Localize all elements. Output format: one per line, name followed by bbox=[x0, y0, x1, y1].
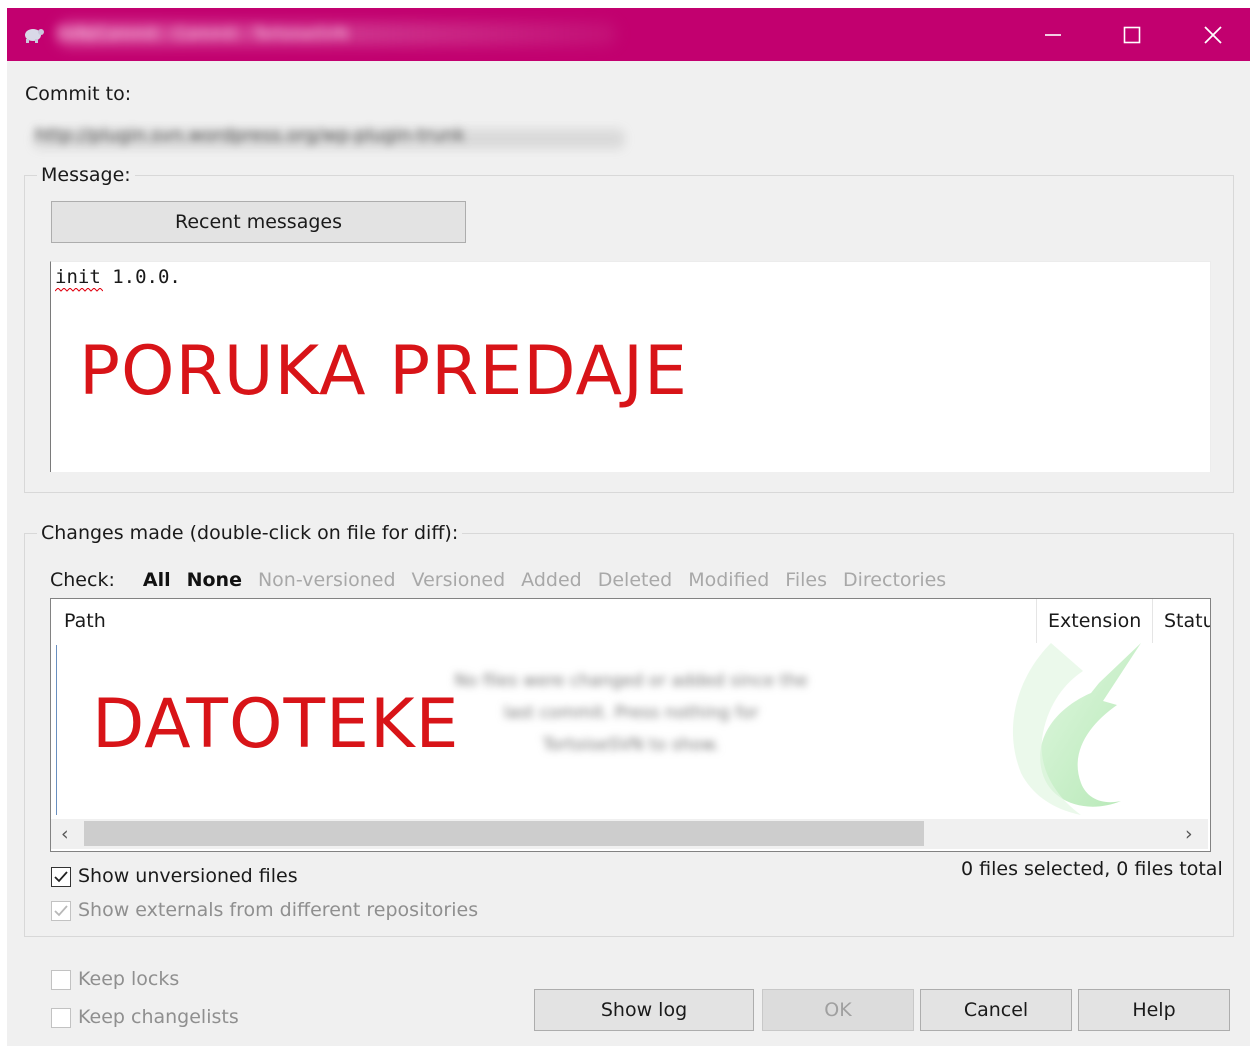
window-title: SVN/Commit - Commit - TortoiseSVN bbox=[57, 24, 349, 43]
checkmark-icon bbox=[54, 871, 68, 883]
refresh-arrow-icon bbox=[1012, 643, 1141, 815]
title-bar[interactable]: SVN/Commit - Commit - TortoiseSVN bbox=[7, 8, 1250, 61]
message-annotation: PORUKA PREDAJE bbox=[79, 332, 688, 411]
keep-locks-label[interactable]: Keep locks bbox=[78, 968, 179, 990]
spellcheck-squiggle bbox=[55, 288, 103, 292]
filter-none[interactable]: None bbox=[187, 569, 242, 591]
recent-messages-button[interactable]: Recent messages bbox=[51, 201, 466, 243]
minimize-button[interactable] bbox=[1013, 8, 1093, 61]
close-icon bbox=[1204, 25, 1222, 44]
ok-button[interactable]: OK bbox=[762, 989, 914, 1031]
scrollbar-thumb[interactable] bbox=[84, 821, 924, 846]
filter-added[interactable]: Added bbox=[521, 569, 582, 591]
column-extension[interactable]: Extension bbox=[1048, 599, 1141, 643]
filter-deleted[interactable]: Deleted bbox=[598, 569, 673, 591]
keep-changelists-label[interactable]: Keep changelists bbox=[78, 1006, 239, 1028]
minimize-icon bbox=[1045, 33, 1061, 36]
column-separator bbox=[1036, 599, 1037, 643]
column-separator bbox=[1152, 599, 1153, 643]
focus-line bbox=[56, 645, 57, 815]
files-status-summary: 0 files selected, 0 files total bbox=[961, 858, 1223, 880]
help-button[interactable]: Help bbox=[1078, 989, 1230, 1031]
commit-to-label: Commit to: bbox=[25, 83, 132, 105]
show-log-button[interactable]: Show log bbox=[534, 989, 754, 1031]
close-button[interactable] bbox=[1173, 8, 1250, 61]
show-unversioned-checkbox[interactable] bbox=[51, 867, 71, 887]
filter-non-versioned[interactable]: Non-versioned bbox=[258, 569, 396, 591]
commit-dialog: SVN/Commit - Commit - TortoiseSVN Commit… bbox=[7, 8, 1250, 1046]
scroll-right-icon[interactable]: › bbox=[1185, 823, 1193, 845]
check-label: Check: bbox=[50, 569, 115, 591]
changes-list[interactable]: Path Extension Statu No files were chang… bbox=[50, 598, 1211, 852]
empty-list-message: No files were changed or added since the… bbox=[454, 671, 808, 755]
show-externals-checkbox[interactable] bbox=[51, 901, 71, 921]
filter-directories[interactable]: Directories bbox=[843, 569, 946, 591]
column-status[interactable]: Statu bbox=[1164, 599, 1210, 643]
check-filter-row: Check: All None Non-versioned Versioned … bbox=[50, 565, 962, 595]
horizontal-scrollbar[interactable]: ‹ › bbox=[51, 819, 1208, 849]
scroll-left-icon[interactable]: ‹ bbox=[61, 823, 69, 845]
files-annotation: DATOTEKE bbox=[92, 685, 460, 764]
keep-changelists-checkbox[interactable] bbox=[51, 1008, 71, 1028]
tortoise-icon bbox=[25, 29, 44, 43]
show-externals-label[interactable]: Show externals from different repositori… bbox=[78, 899, 478, 921]
commit-message-text: init 1.0.0. bbox=[55, 266, 181, 288]
commit-url: http://plugin.svn.wordpress.org/wp-plugi… bbox=[35, 125, 466, 146]
checkmark-icon bbox=[54, 905, 68, 917]
changes-group-label: Changes made (double-click on file for d… bbox=[37, 522, 463, 544]
filter-files[interactable]: Files bbox=[785, 569, 827, 591]
show-unversioned-label[interactable]: Show unversioned files bbox=[78, 865, 298, 887]
commit-message-input[interactable]: init 1.0.0. PORUKA PREDAJE bbox=[50, 261, 1211, 472]
cancel-button[interactable]: Cancel bbox=[920, 989, 1072, 1031]
column-path[interactable]: Path bbox=[64, 599, 106, 643]
keep-locks-checkbox[interactable] bbox=[51, 970, 71, 990]
filter-versioned[interactable]: Versioned bbox=[412, 569, 506, 591]
filter-modified[interactable]: Modified bbox=[688, 569, 769, 591]
message-group-label: Message: bbox=[37, 164, 135, 186]
filter-all[interactable]: All bbox=[143, 569, 171, 591]
maximize-icon bbox=[1123, 26, 1141, 43]
maximize-button[interactable] bbox=[1092, 8, 1172, 61]
